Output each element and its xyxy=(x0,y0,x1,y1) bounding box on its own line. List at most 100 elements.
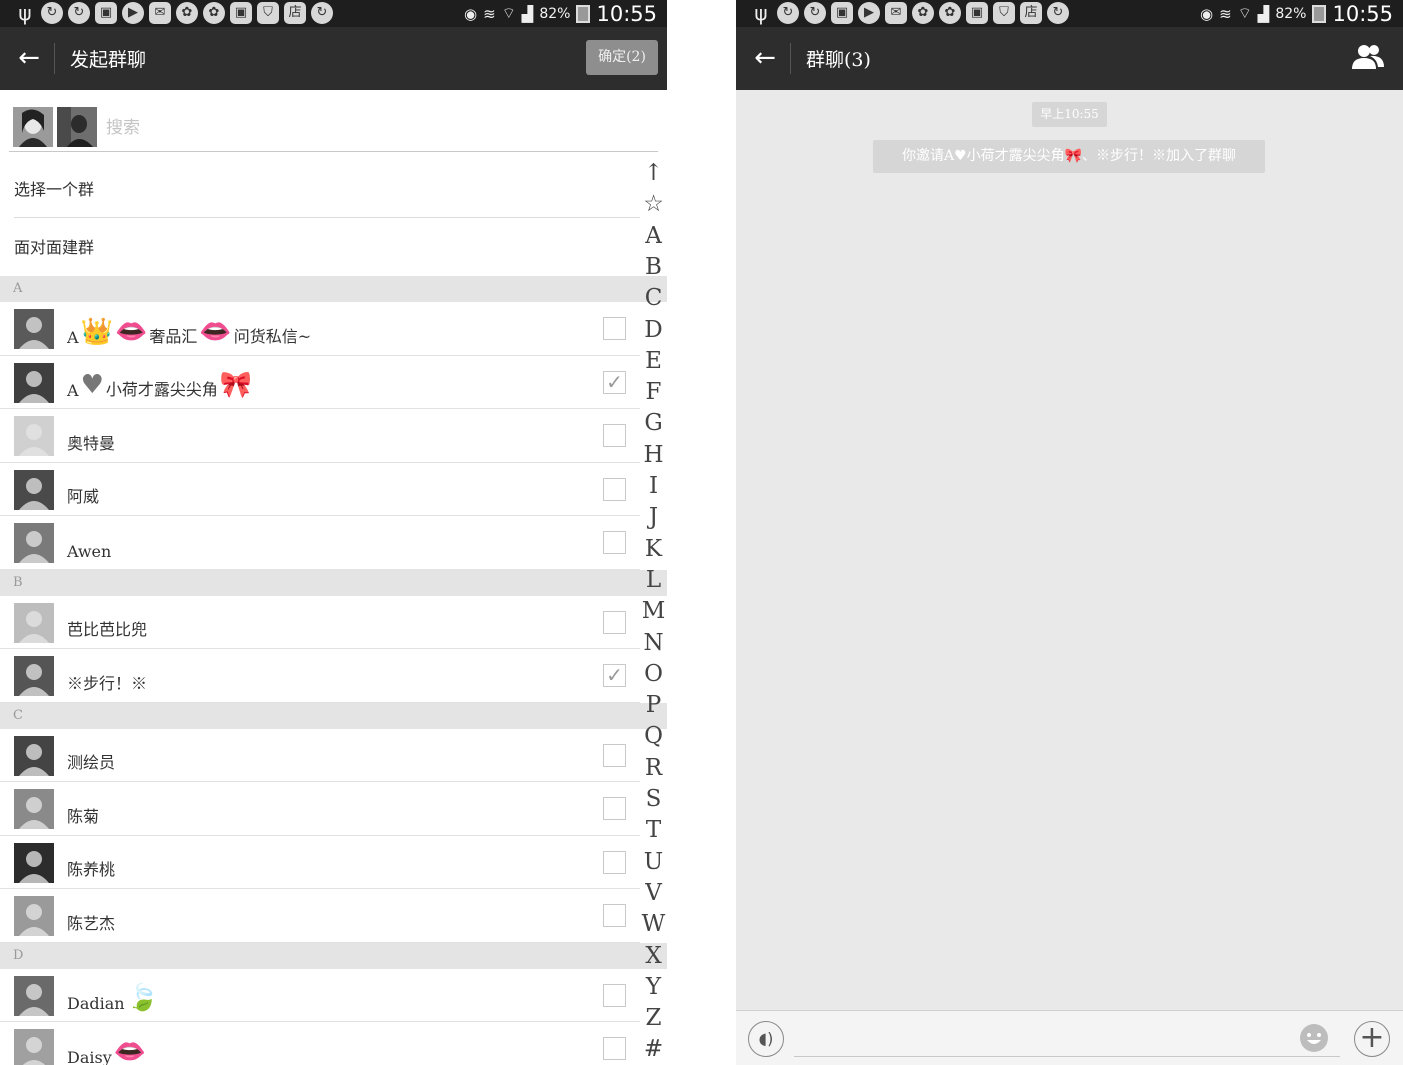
contact-row[interactable]: Daisy 👄 xyxy=(0,1022,640,1065)
gallery-icon: ▣ xyxy=(831,2,853,24)
contact-name: 奥特曼 xyxy=(67,430,115,454)
usb-icon: ψ xyxy=(754,1,768,25)
contact-row[interactable]: 陈养桃 xyxy=(0,836,640,889)
index-letter[interactable]: L xyxy=(640,567,667,593)
mail-icon: ✉ xyxy=(885,2,907,24)
select-checkbox[interactable] xyxy=(603,477,626,501)
select-checkbox[interactable] xyxy=(603,610,626,634)
eye-icon: ◉ xyxy=(1200,4,1214,23)
select-checkbox[interactable] xyxy=(603,1037,626,1060)
contact-row[interactable]: 阿威 xyxy=(0,463,640,516)
select-checkbox[interactable] xyxy=(603,983,626,1007)
index-letter[interactable]: T xyxy=(640,817,667,843)
index-letter[interactable]: V xyxy=(640,880,667,906)
select-checkbox[interactable] xyxy=(603,850,626,874)
index-letter[interactable]: F xyxy=(640,379,667,405)
index-letter[interactable]: D xyxy=(640,317,667,343)
index-letter[interactable]: B xyxy=(640,254,667,280)
contact-row[interactable]: Dadian 🍃 xyxy=(0,969,640,1022)
index-letter[interactable]: N xyxy=(640,630,667,656)
face-to-face-group-item[interactable]: 面对面建群 xyxy=(14,219,640,276)
contact-row[interactable]: 陈艺杰 xyxy=(0,889,640,943)
index-letter[interactable]: X xyxy=(640,943,667,969)
index-letter[interactable]: A xyxy=(640,223,667,249)
select-checkbox[interactable] xyxy=(603,424,626,447)
plus-icon[interactable]: + xyxy=(1354,1021,1390,1057)
alphabet-index[interactable]: ↑ ☆ A B C D E F G H I J K L M N O P Q R S T U V W X Y Z # xyxy=(640,160,667,1065)
index-letter[interactable]: H xyxy=(640,442,667,468)
index-letter[interactable]: Z xyxy=(640,1005,667,1031)
index-letter[interactable]: Q xyxy=(640,723,667,749)
index-letter[interactable]: K xyxy=(640,536,667,562)
back-arrow-icon[interactable]: ← xyxy=(748,41,782,75)
select-checkbox[interactable]: ✓ xyxy=(603,664,626,687)
index-letter[interactable]: G xyxy=(640,410,667,436)
contact-row[interactable]: A ♥ 小荷才露尖尖角 🎀 ✓ xyxy=(0,356,640,409)
emoji-icon: 🍃 xyxy=(126,983,159,1013)
contact-row[interactable]: Awen xyxy=(0,516,640,570)
index-letter[interactable]: M xyxy=(640,598,667,624)
play-icon: ▶ xyxy=(858,2,880,24)
select-checkbox[interactable] xyxy=(603,317,626,340)
name-text: ※步行！※ xyxy=(67,673,148,693)
name-text: 陈菊 xyxy=(67,806,100,826)
voice-input-icon[interactable]: ◖) xyxy=(748,1021,784,1057)
index-letter[interactable]: U xyxy=(640,849,667,875)
contact-name: 测绘员 xyxy=(67,749,115,773)
index-letter[interactable]: I xyxy=(640,473,667,499)
select-checkbox[interactable] xyxy=(603,531,626,554)
gallery-icon: ▣ xyxy=(95,2,117,24)
index-letter[interactable]: R xyxy=(640,755,667,781)
shield-icon: ⛉ xyxy=(257,2,279,24)
name-text: 奥特曼 xyxy=(67,433,116,453)
contact-name: Dadian 🍃 xyxy=(67,985,159,1013)
name-text: Daisy xyxy=(67,1047,112,1065)
search-input[interactable] xyxy=(106,114,586,142)
index-letter[interactable]: ☆ xyxy=(640,191,667,217)
contact-name: 芭比芭比兜 xyxy=(67,616,147,640)
index-letter[interactable]: Y xyxy=(640,974,667,1000)
back-arrow-icon[interactable]: ← xyxy=(12,41,46,75)
index-letter[interactable]: ↑ xyxy=(640,160,667,186)
contact-avatar xyxy=(14,975,54,1016)
contact-row[interactable]: ※步行！※ ✓ xyxy=(0,649,640,703)
contact-avatar xyxy=(14,1029,54,1065)
index-letter[interactable]: E xyxy=(640,348,667,374)
index-letter[interactable]: O xyxy=(640,661,667,687)
index-letter[interactable]: P xyxy=(640,692,667,718)
index-letter[interactable]: J xyxy=(640,504,667,530)
index-letter[interactable]: # xyxy=(640,1036,667,1062)
index-letter[interactable]: S xyxy=(640,786,667,812)
select-checkbox[interactable] xyxy=(603,743,626,767)
section-header: B xyxy=(0,569,667,596)
contact-list: A A 👑 👄 奢品汇 👄 问货私信~ A ♥ 小荷才露尖尖角 🎀 ✓ 奥特曼 阿威 Awen B 芭比芭比兜 ※… xyxy=(0,276,667,1065)
select-checkbox[interactable] xyxy=(603,797,626,820)
battery-percent: 82% xyxy=(1275,5,1307,22)
select-checkbox[interactable] xyxy=(603,904,626,927)
name-text: 测绘员 xyxy=(67,753,116,772)
index-letter[interactable]: C xyxy=(640,285,667,311)
emoji-icon: 👄 xyxy=(199,316,232,347)
contact-row[interactable]: 陈菊 xyxy=(0,782,640,836)
emoji-icon: 👄 xyxy=(114,316,148,347)
play-icon: ▶ xyxy=(122,2,144,24)
select-group-item[interactable]: 选择一个群 xyxy=(14,161,640,218)
contact-row[interactable]: A 👑 👄 奢品汇 👄 问货私信~ xyxy=(0,302,640,356)
signal-icon: ▟ xyxy=(521,4,534,23)
index-letter[interactable]: W xyxy=(640,911,667,937)
selected-avatar[interactable] xyxy=(13,107,53,147)
emoji-icon[interactable] xyxy=(1299,1023,1329,1053)
message-input[interactable] xyxy=(794,1023,1340,1057)
group-members-icon[interactable] xyxy=(1351,42,1385,72)
confirm-button[interactable]: 确定(2) xyxy=(586,40,658,75)
select-checkbox[interactable]: ✓ xyxy=(603,370,626,394)
contact-name: A 👑 👄 奢品汇 👄 问货私信~ xyxy=(67,319,311,347)
emoji-icon: 👑 xyxy=(80,316,113,347)
app-icon: ↻ xyxy=(804,2,826,24)
contact-row[interactable]: 奥特曼 xyxy=(0,409,640,463)
header-bar: ← 发起群聊 确定(2) xyxy=(0,27,667,90)
header-bar: ← 群聊(3) xyxy=(736,27,1403,90)
contact-row[interactable]: 测绘员 xyxy=(0,729,640,782)
contact-row[interactable]: 芭比芭比兜 xyxy=(0,596,640,649)
selected-avatar[interactable] xyxy=(57,107,97,147)
